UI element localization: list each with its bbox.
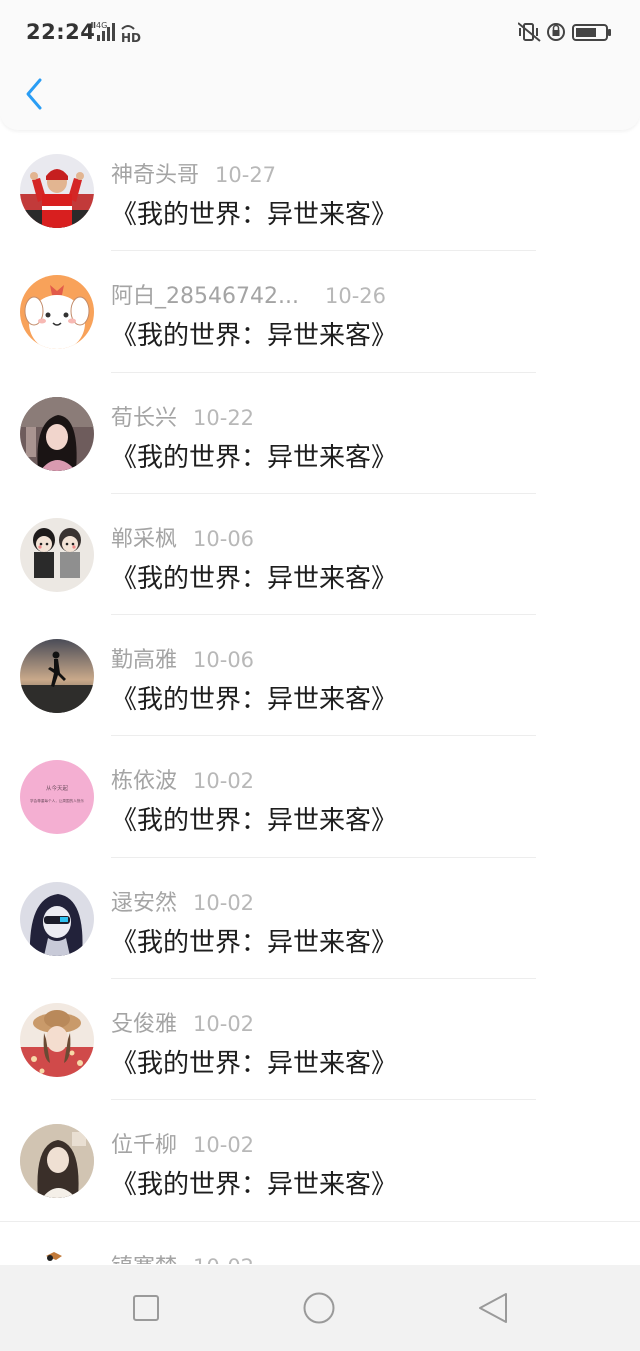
user-name[interactable]: 栋依波 bbox=[111, 763, 177, 795]
back-triangle-icon bbox=[479, 1293, 507, 1323]
list-item[interactable]: 郸采枫 10-06 《我的世界：异世来客》 bbox=[0, 494, 640, 616]
home-button[interactable] bbox=[302, 1291, 336, 1325]
user-name[interactable]: 位千柳 bbox=[111, 1127, 177, 1159]
comment-text[interactable]: 《我的世界：异世来客》 bbox=[111, 679, 397, 716]
comment-meta: 镇寒梦 10-02 bbox=[111, 1249, 254, 1264]
list-item[interactable]: 神奇头哥 10-27 《我的世界：异世来客》 bbox=[0, 130, 640, 252]
recent-apps-button[interactable] bbox=[130, 1291, 164, 1325]
avatar[interactable] bbox=[20, 517, 94, 592]
comment-meta: 位千柳 10-02 bbox=[111, 1127, 254, 1159]
signal-icon: 4G HD bbox=[91, 21, 141, 44]
comment-meta: 勤高雅 10-06 bbox=[111, 642, 254, 674]
comment-text[interactable]: 《我的世界：异世来客》 bbox=[111, 558, 397, 595]
list-item[interactable]: 从今天起 学会尊重每个人，让周围的人快乐 栋依波 10-02 《我的世界：异世来客… bbox=[0, 736, 640, 858]
list-item[interactable]: 阿白_28546742... 10-26 《我的世界：异世来客》 bbox=[0, 251, 640, 373]
comment-text[interactable]: 《我的世界：异世来客》 bbox=[111, 315, 397, 352]
chevron-left-icon bbox=[26, 78, 42, 110]
back-button[interactable] bbox=[18, 76, 54, 116]
recent-apps-icon bbox=[133, 1295, 159, 1321]
comment-date: 10-06 bbox=[193, 526, 255, 551]
avatar[interactable] bbox=[20, 1003, 94, 1078]
comment-date: 10-02 bbox=[193, 1133, 255, 1158]
comment-date: 10-06 bbox=[193, 648, 255, 673]
vibrate-icon bbox=[518, 22, 541, 42]
user-name[interactable]: 殳俊雅 bbox=[111, 1006, 177, 1038]
avatar[interactable] bbox=[20, 154, 94, 228]
status-time: 22:24 bbox=[26, 20, 96, 44]
avatar[interactable] bbox=[20, 639, 94, 714]
list-item[interactable]: 镇寒梦 10-02 bbox=[0, 1222, 640, 1264]
list-item[interactable]: 位千柳 10-02 《我的世界：异世来客》 bbox=[0, 1100, 640, 1222]
network-type: 4G bbox=[96, 21, 107, 30]
avatar[interactable] bbox=[20, 275, 94, 350]
comment-text[interactable]: 《我的世界：异世来客》 bbox=[111, 1164, 397, 1201]
user-name[interactable]: 神奇头哥 bbox=[111, 157, 199, 189]
comment-meta: 栋依波 10-02 bbox=[111, 763, 254, 795]
comment-text[interactable]: 《我的世界：异世来客》 bbox=[111, 922, 397, 959]
avatar[interactable] bbox=[20, 881, 94, 956]
user-name[interactable]: 勤高雅 bbox=[111, 642, 177, 674]
comment-date: 10-02 bbox=[193, 890, 255, 915]
list-item[interactable]: 殳俊雅 10-02 《我的世界：异世来客》 bbox=[0, 979, 640, 1101]
user-name[interactable]: 逯安然 bbox=[111, 885, 177, 917]
list-item[interactable]: 勤高雅 10-06 《我的世界：异世来客》 bbox=[0, 615, 640, 737]
back-nav-button[interactable] bbox=[476, 1291, 510, 1325]
system-navigation-bar bbox=[0, 1265, 640, 1351]
avatar[interactable] bbox=[20, 396, 94, 471]
avatar[interactable] bbox=[20, 1124, 94, 1199]
comment-meta: 郸采枫 10-06 bbox=[111, 521, 254, 553]
home-icon bbox=[303, 1292, 335, 1324]
comment-date: 10-02 bbox=[193, 769, 255, 794]
comment-date: 10-26 bbox=[324, 284, 386, 309]
avatar[interactable]: 从今天起 学会尊重每个人，让周围的人快乐 bbox=[20, 760, 94, 835]
comment-meta: 荀长兴 10-22 bbox=[111, 400, 254, 432]
comment-date: 10-22 bbox=[193, 405, 255, 430]
comment-text[interactable]: 《我的世界：异世来客》 bbox=[111, 1043, 397, 1080]
top-app-bar bbox=[0, 64, 640, 130]
comment-text[interactable]: 《我的世界：异世来客》 bbox=[111, 437, 397, 474]
hd-label: HD bbox=[121, 31, 141, 44]
comment-date: 10-27 bbox=[215, 163, 277, 187]
avatar[interactable] bbox=[20, 1245, 94, 1264]
status-bar: 22:24 4G HD bbox=[0, 0, 640, 64]
comment-meta: 神奇头哥 10-27 bbox=[111, 157, 276, 189]
comment-text[interactable]: 《我的世界：异世来客》 bbox=[111, 194, 397, 231]
avatar-text-line2: 学会尊重每个人，让周围的人快乐 bbox=[30, 798, 84, 803]
comment-text[interactable]: 《我的世界：异世来客》 bbox=[111, 800, 397, 837]
comment-list[interactable]: 神奇头哥 10-27 《我的世界：异世来客》 阿白_28546742... 10-2… bbox=[0, 130, 640, 1264]
avatar-text-line1: 从今天起 bbox=[46, 784, 69, 792]
battery-icon bbox=[572, 24, 611, 41]
status-right-icons bbox=[518, 22, 611, 42]
user-name[interactable]: 荀长兴 bbox=[111, 400, 177, 432]
user-name[interactable]: 郸采枫 bbox=[111, 521, 177, 553]
list-item[interactable]: 荀长兴 10-22 《我的世界：异世来客》 bbox=[0, 373, 640, 494]
lock-rotation-icon bbox=[547, 23, 565, 41]
comment-meta: 逯安然 10-02 bbox=[111, 885, 254, 917]
user-name[interactable]: 镇寒梦 bbox=[111, 1249, 177, 1264]
user-name[interactable]: 阿白_28546742... bbox=[111, 278, 299, 310]
comment-meta: 阿白_28546742... 10-26 bbox=[111, 278, 386, 310]
comment-meta: 殳俊雅 10-02 bbox=[111, 1006, 254, 1038]
list-item[interactable]: 逯安然 10-02 《我的世界：异世来客》 bbox=[0, 858, 640, 980]
comment-date: 10-02 bbox=[193, 1012, 255, 1037]
comment-date: 10-02 bbox=[193, 1255, 254, 1264]
